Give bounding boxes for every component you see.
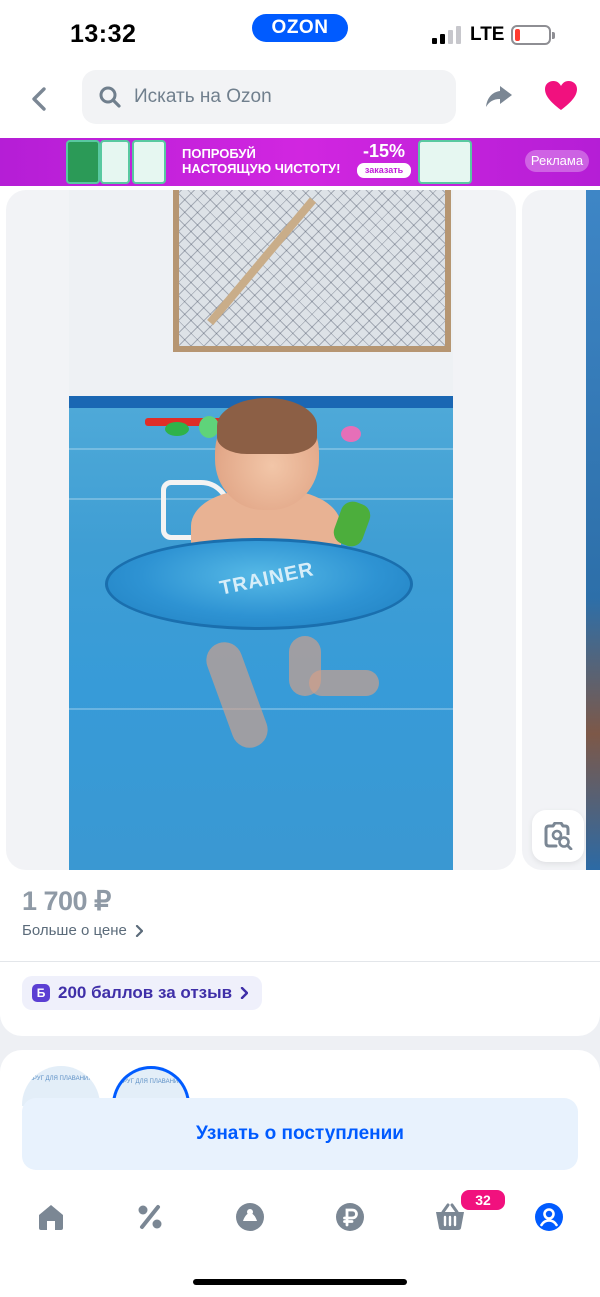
ruble-icon <box>336 1203 364 1231</box>
chevron-right-icon <box>135 924 143 937</box>
points-icon: Б <box>32 984 50 1002</box>
ad-order-button[interactable]: заказать <box>357 163 411 178</box>
favorite-button[interactable] <box>543 79 579 113</box>
signal-icon <box>432 26 462 44</box>
ad-product-image <box>418 140 472 184</box>
cart-count-badge: 32 <box>459 1188 507 1212</box>
chevron-left-icon <box>32 87 46 111</box>
heart-icon <box>545 81 577 110</box>
fresh-icon <box>236 1203 264 1231</box>
gallery-next-card[interactable] <box>522 190 600 870</box>
more-about-price-label: Больше о цене <box>22 922 127 939</box>
home-indicator[interactable] <box>193 1279 407 1285</box>
points-label: 200 баллов за отзыв <box>58 983 233 1002</box>
status-bar: 13:32 OZON LTE <box>0 0 600 66</box>
divider <box>0 961 600 962</box>
search-input[interactable]: Искать на Ozon <box>82 70 456 124</box>
product-photo[interactable]: TRAINER <box>69 190 453 870</box>
ad-headline-line2: НАСТОЯЩУЮ ЧИСТОТУ! <box>182 161 341 176</box>
gallery-card[interactable]: TRAINER <box>6 190 516 870</box>
status-time: 13:32 <box>70 20 137 48</box>
ad-discount: -15% <box>362 141 406 161</box>
product-price: 1 700 ₽ <box>22 886 111 916</box>
notify-button-label: Узнать о поступлении <box>196 1123 404 1144</box>
battery-icon <box>511 25 555 45</box>
product-gallery[interactable]: TRAINER <box>0 186 600 876</box>
review-points-badge[interactable]: Б 200 баллов за отзыв <box>22 976 263 1010</box>
ozon-logo: OZON <box>252 14 348 42</box>
image-search-button[interactable] <box>532 810 584 862</box>
notify-when-available-button[interactable]: Узнать о поступлении <box>22 1098 578 1170</box>
photo-baby-hair <box>217 398 317 454</box>
nav-fresh[interactable] <box>230 1198 270 1236</box>
search-placeholder: Искать на Ozon <box>134 86 272 107</box>
share-arrow-icon <box>486 86 512 107</box>
share-button[interactable] <box>482 79 516 113</box>
network-type: LTE <box>470 24 505 45</box>
nav-finance[interactable] <box>330 1198 370 1236</box>
home-icon <box>39 1205 63 1230</box>
more-about-price-link[interactable]: Больше о цене <box>22 922 143 939</box>
variant-label: КРУГ ДЛЯ ПЛАВАНИЯ <box>29 1076 93 1082</box>
ad-headline: ПОПРОБУЙ НАСТОЯЩУЮ ЧИСТОТУ! <box>182 146 340 176</box>
photo-net-decoration <box>173 190 451 352</box>
ad-product-image <box>132 140 166 184</box>
variant-label: КРУГ ДЛЯ ПЛАВАНИЯ <box>119 1079 183 1085</box>
ad-headline-line1: ПОПРОБУЙ <box>182 146 256 161</box>
battery-level <box>515 29 520 41</box>
ad-label[interactable]: Реклама <box>525 150 589 172</box>
nav-profile[interactable] <box>529 1198 569 1236</box>
header: Искать на Ozon <box>0 66 600 138</box>
photo-search-icon <box>544 822 573 850</box>
ad-banner[interactable]: ПОПРОБУЙ НАСТОЯЩУЮ ЧИСТОТУ! -15% заказат… <box>0 138 600 186</box>
nav-promo[interactable] <box>130 1198 170 1236</box>
ad-product-image <box>66 140 100 184</box>
chevron-right-icon <box>240 987 249 999</box>
percent-icon <box>138 1205 162 1229</box>
photo-legs <box>201 630 379 753</box>
search-icon <box>99 86 121 108</box>
photo-toy <box>341 426 361 442</box>
next-photo <box>586 190 600 870</box>
profile-icon <box>535 1203 563 1231</box>
photo-toy <box>165 422 189 436</box>
nav-home[interactable] <box>31 1198 71 1236</box>
ad-product-image <box>100 140 130 184</box>
photo-toy <box>199 416 219 438</box>
price-section: 1 700 ₽ Больше о цене Б 200 баллов за от… <box>0 876 600 1036</box>
back-button[interactable] <box>22 82 56 116</box>
